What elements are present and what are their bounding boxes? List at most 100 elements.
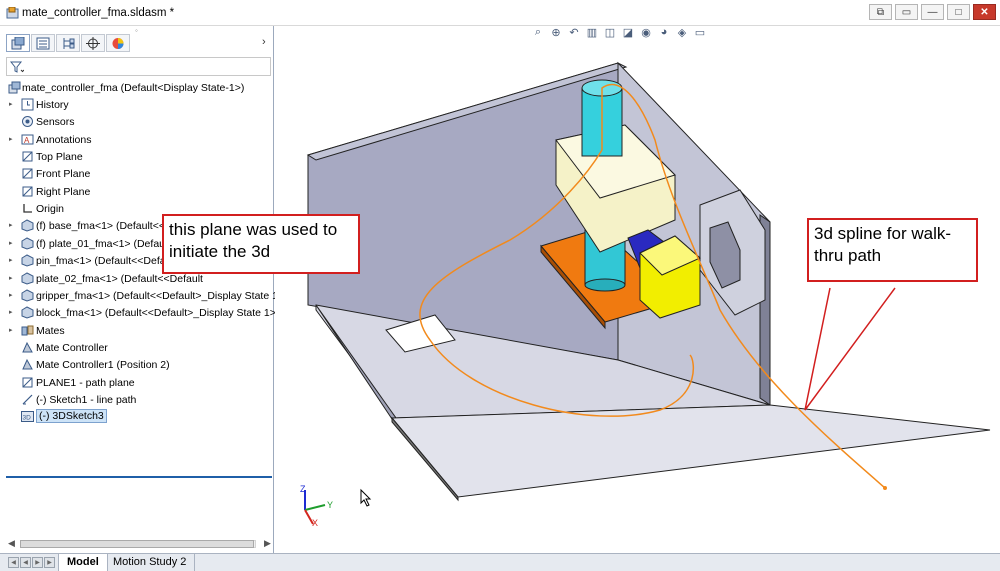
tree-item-label: (f) plate_01_fma<1> (Default<< xyxy=(36,237,183,250)
last-tab-icon[interactable]: ▶ xyxy=(44,557,55,568)
tree-item-label: Sensors xyxy=(36,116,75,129)
tree-item[interactable]: ▸ History xyxy=(0,97,272,113)
tree-item-label: PLANE1 - path plane xyxy=(36,376,135,389)
tree-root-label: mate_controller_fma (Default<Display Sta… xyxy=(22,82,245,94)
tree-item-label: Annotations xyxy=(36,133,92,146)
scroll-thumb[interactable] xyxy=(20,540,254,548)
tab-property-manager[interactable] xyxy=(31,34,55,52)
tile-button[interactable]: ▭ xyxy=(895,4,918,20)
tree-item-label: Right Plane xyxy=(36,185,91,198)
panel-expand-chevron-icon[interactable]: › xyxy=(262,36,266,48)
tree-item[interactable]: Sensors xyxy=(0,114,272,130)
mate-controller-icon xyxy=(22,341,33,353)
mouse-cursor-icon xyxy=(360,488,372,507)
sketch3d-icon: 3D xyxy=(21,411,34,423)
tree-item-label: plate_02_fma<1> (Default<<Default xyxy=(36,272,203,285)
part-icon xyxy=(21,289,34,302)
tree-item[interactable]: Mate Controller xyxy=(0,340,272,356)
spline-endpoint xyxy=(883,486,887,490)
panel-tabs xyxy=(6,34,130,54)
assembly-icon xyxy=(8,81,21,94)
minimize-icon: — xyxy=(927,6,938,18)
restore-group-button[interactable]: ⧉ xyxy=(869,4,892,20)
tree-item[interactable]: Top Plane xyxy=(0,149,272,165)
expand-arrow-icon[interactable]: ▸ xyxy=(9,291,17,300)
tree-root[interactable]: mate_controller_fma (Default<Display Sta… xyxy=(0,80,272,96)
triad-x-label: X xyxy=(312,518,319,528)
tab-motion-study-2[interactable]: Motion Study 2 xyxy=(105,554,196,571)
tree-item[interactable]: PLANE1 - path plane xyxy=(0,375,272,391)
tree-item[interactable]: (-) Sketch1 - line path xyxy=(0,392,272,408)
tile-icon: ▭ xyxy=(901,6,912,18)
expand-arrow-icon[interactable]: ▸ xyxy=(9,326,17,335)
crosshair-icon xyxy=(86,36,100,50)
expand-arrow-icon[interactable]: ▸ xyxy=(9,274,17,283)
tree-item-label: pin_fma<1> (Default<<Default xyxy=(36,255,177,268)
filter-icon xyxy=(10,61,24,73)
tree-item-label: Front Plane xyxy=(36,168,91,181)
scroll-left-arrow-icon[interactable]: ◀ xyxy=(8,538,15,549)
panel-grip-icon[interactable]: ◦ xyxy=(135,26,138,35)
triad-y-axis xyxy=(304,504,326,511)
origin-icon xyxy=(23,204,32,213)
mates-icon xyxy=(21,325,34,336)
appearance-wheel-icon xyxy=(112,37,124,49)
plane-icon xyxy=(22,151,33,162)
front-plate xyxy=(390,404,991,498)
tree-item[interactable]: ▸ gripper_fma<1> (Default<<Default>_Displ… xyxy=(0,288,288,304)
plane-icon xyxy=(22,377,33,388)
spline-callout: 3d spline for walk-thru path xyxy=(807,218,978,282)
prev-tab-icon[interactable]: ◀ xyxy=(20,557,31,568)
maximize-button[interactable]: □ xyxy=(947,4,970,20)
tab-model[interactable]: Model xyxy=(58,554,108,571)
model-view[interactable] xyxy=(275,26,1000,553)
tree-item-label: (f) base_fma<1> (Default<<Def xyxy=(36,220,182,233)
title-bar: mate_controller_fma.sldasm * ⧉ ▭ — □ ✕ xyxy=(0,0,1000,26)
sensors-icon xyxy=(22,116,33,128)
bottom-tab-bar: ◀ ◀ ▶ ▶ Model Motion Study 2 xyxy=(0,553,1000,571)
tree-item[interactable]: 3D (-) 3DSketch3 xyxy=(0,409,272,425)
tab-display-manager[interactable] xyxy=(106,34,130,52)
tree-item[interactable]: Right Plane xyxy=(0,184,272,200)
part-icon xyxy=(21,219,34,232)
expand-arrow-icon[interactable]: ▸ xyxy=(9,308,17,317)
maximize-icon: □ xyxy=(955,6,962,18)
next-tab-icon[interactable]: ▶ xyxy=(32,557,43,568)
tree-item-label: block_fma<1> (Default<<Default>_Display … xyxy=(36,307,280,320)
tree-item-label: gripper_fma<1> (Default<<Default>_Displa… xyxy=(36,289,288,302)
tab-dimxpert[interactable] xyxy=(81,34,105,52)
tree-item-label: (-) 3DSketch3 xyxy=(36,409,107,424)
tree-item[interactable]: ▸ block_fma<1> (Default<<Default>_Display… xyxy=(0,305,279,321)
assembly-doc-icon xyxy=(6,7,19,19)
tab-feature-manager[interactable] xyxy=(6,34,30,52)
spline-callout-leader xyxy=(804,287,896,411)
plane-icon xyxy=(22,186,33,197)
expand-arrow-icon[interactable]: ▸ xyxy=(9,256,17,265)
tree-filter-input[interactable] xyxy=(6,57,271,76)
tree-item-label: Mate Controller xyxy=(36,341,108,354)
tree-item-label: Mates xyxy=(36,324,65,337)
expand-arrow-icon[interactable]: ▸ xyxy=(9,100,17,109)
feature-manager-panel: ◦ › mate_controller_fma (Default<Display… xyxy=(0,26,288,553)
window-title: mate_controller_fma.sldasm * xyxy=(22,7,175,19)
tree-item[interactable]: ▸ A Annotations xyxy=(0,132,272,148)
first-tab-icon[interactable]: ◀ xyxy=(8,557,19,568)
expand-arrow-icon[interactable]: ▸ xyxy=(9,239,17,248)
graphics-area[interactable]: ⌕ ⊕ ↶ ▥ ◫ ◪ ◉ ◕ ◈ ▭ Z Y X this plane was… xyxy=(162,26,1000,553)
tree-item[interactable]: ▸ Mates xyxy=(0,323,272,339)
expand-arrow-icon[interactable]: ▸ xyxy=(9,135,17,144)
tree-item-label: (-) Sketch1 - line path xyxy=(36,393,137,406)
tree-item[interactable]: Mate Controller1 (Position 2) xyxy=(0,357,272,373)
scroll-right-arrow-icon[interactable]: ▶ xyxy=(264,538,271,549)
minimize-button[interactable]: — xyxy=(921,4,944,20)
close-button[interactable]: ✕ xyxy=(973,4,996,20)
part-icon xyxy=(21,254,34,267)
expand-arrow-icon[interactable]: ▸ xyxy=(9,221,17,230)
rollback-bar[interactable] xyxy=(6,476,272,478)
tree-horizontal-scrollbar[interactable]: ◀ ▶ xyxy=(8,538,272,550)
tab-configuration-manager[interactable] xyxy=(56,34,80,52)
svg-text:A: A xyxy=(24,136,30,145)
tree-item[interactable]: Front Plane xyxy=(0,166,272,182)
triad-y-label: Y xyxy=(327,500,334,510)
part-icon xyxy=(21,271,34,285)
